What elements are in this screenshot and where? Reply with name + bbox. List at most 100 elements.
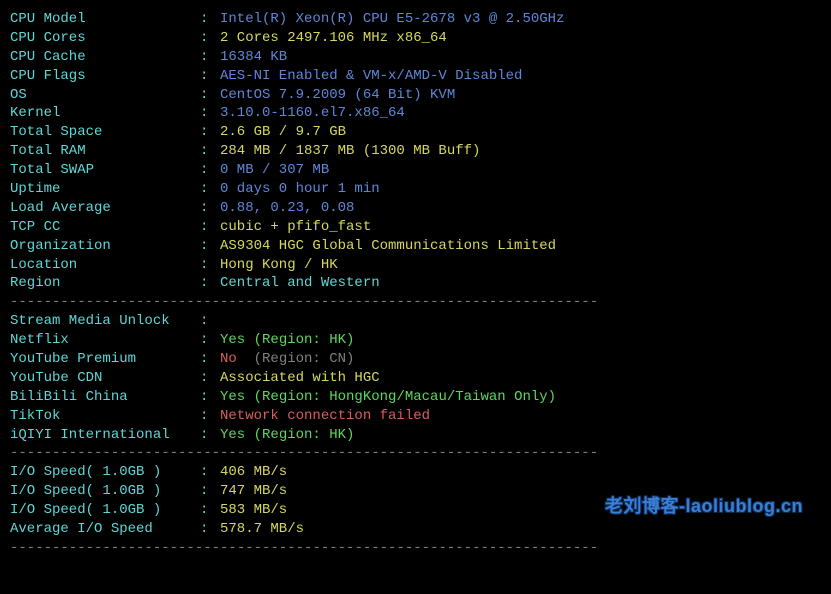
value-a: Yes xyxy=(220,388,245,407)
label: Uptime xyxy=(10,180,200,199)
value: 2 Cores 2497.106 MHz x86_64 xyxy=(220,29,447,48)
colon: : xyxy=(200,123,220,142)
label: Total Space xyxy=(10,123,200,142)
colon: : xyxy=(200,369,220,388)
label: TCP CC xyxy=(10,218,200,237)
colon: : xyxy=(200,501,220,520)
value: 406 MB/s xyxy=(220,463,287,482)
colon: : xyxy=(200,407,220,426)
label: YouTube Premium xyxy=(10,350,200,369)
row-tiktok: TikTok: Network connection failed xyxy=(10,407,821,426)
value: 0.88, 0.23, 0.08 xyxy=(220,199,354,218)
label: BiliBili China xyxy=(10,388,200,407)
label: Netflix xyxy=(10,331,200,350)
row-io-1: I/O Speed( 1.0GB ): 406 MB/s xyxy=(10,463,821,482)
colon: : xyxy=(200,48,220,67)
colon: : xyxy=(200,142,220,161)
value-a: Yes xyxy=(220,426,245,445)
row-os: OS: CentOS 7.9.2009 (64 Bit) KVM xyxy=(10,86,821,105)
value: 16384 KB xyxy=(220,48,287,67)
value-a: No xyxy=(220,350,245,369)
label: Stream Media Unlock xyxy=(10,312,200,331)
value: Hong Kong / HK xyxy=(220,256,338,275)
row-io-2: I/O Speed( 1.0GB ): 747 MB/s xyxy=(10,482,821,501)
label: Location xyxy=(10,256,200,275)
row-youtube-premium: YouTube Premium: No (Region: CN) xyxy=(10,350,821,369)
colon: : xyxy=(200,104,220,123)
row-kernel: Kernel: 3.10.0-1160.el7.x86_64 xyxy=(10,104,821,123)
row-netflix: Netflix: Yes (Region: HK) xyxy=(10,331,821,350)
label: CPU Cache xyxy=(10,48,200,67)
row-cpu-flags: CPU Flags: AES-NI Enabled & VM-x/AMD-V D… xyxy=(10,67,821,86)
row-total-swap: Total SWAP: 0 MB / 307 MB xyxy=(10,161,821,180)
colon: : xyxy=(200,237,220,256)
value-b: (Region: CN) xyxy=(245,350,354,369)
label: iQIYI International xyxy=(10,426,200,445)
label: Total RAM xyxy=(10,142,200,161)
colon: : xyxy=(200,180,220,199)
value: 747 MB/s xyxy=(220,482,287,501)
row-region: Region: Central and Western xyxy=(10,274,821,293)
value: 3.10.0-1160.el7.x86_64 xyxy=(220,104,405,123)
label: I/O Speed( 1.0GB ) xyxy=(10,482,200,501)
row-uptime: Uptime: 0 days 0 hour 1 min xyxy=(10,180,821,199)
colon: : xyxy=(200,161,220,180)
label: I/O Speed( 1.0GB ) xyxy=(10,463,200,482)
colon: : xyxy=(200,256,220,275)
row-youtube-cdn: YouTube CDN: Associated with HGC xyxy=(10,369,821,388)
colon: : xyxy=(200,331,220,350)
row-organization: Organization: AS9304 HGC Global Communic… xyxy=(10,237,821,256)
colon: : xyxy=(200,463,220,482)
value: 583 MB/s xyxy=(220,501,287,520)
row-bilibili: BiliBili China: Yes (Region: HongKong/Ma… xyxy=(10,388,821,407)
row-total-space: Total Space: 2.6 GB / 9.7 GB xyxy=(10,123,821,142)
row-stream-header: Stream Media Unlock: xyxy=(10,312,821,331)
value-a: Associated with HGC xyxy=(220,369,380,388)
label: Total SWAP xyxy=(10,161,200,180)
value: 284 MB / 1837 MB (1300 MB Buff) xyxy=(220,142,480,161)
value: cubic + pfifo_fast xyxy=(220,218,371,237)
label: Region xyxy=(10,274,200,293)
colon: : xyxy=(200,388,220,407)
value-a: Network connection failed xyxy=(220,407,430,426)
label: OS xyxy=(10,86,200,105)
colon: : xyxy=(200,29,220,48)
value: CentOS 7.9.2009 (64 Bit) KVM xyxy=(220,86,455,105)
value: AES-NI Enabled & VM-x/AMD-V Disabled xyxy=(220,67,522,86)
colon: : xyxy=(200,274,220,293)
value: 2.6 GB / 9.7 GB xyxy=(220,123,346,142)
colon: : xyxy=(200,67,220,86)
row-cpu-cache: CPU Cache: 16384 KB xyxy=(10,48,821,67)
value-b: (Region: HK) xyxy=(245,426,354,445)
label: TikTok xyxy=(10,407,200,426)
colon: : xyxy=(200,426,220,445)
colon: : xyxy=(200,312,220,331)
label: CPU Model xyxy=(10,10,200,29)
row-cpu-model: CPU Model: Intel(R) Xeon(R) CPU E5-2678 … xyxy=(10,10,821,29)
divider: ----------------------------------------… xyxy=(10,444,821,463)
value-a: Yes xyxy=(220,331,245,350)
label: Load Average xyxy=(10,199,200,218)
colon: : xyxy=(200,86,220,105)
label: CPU Cores xyxy=(10,29,200,48)
value-b: (Region: HongKong/Macau/Taiwan Only) xyxy=(245,388,556,407)
label: I/O Speed( 1.0GB ) xyxy=(10,501,200,520)
value: AS9304 HGC Global Communications Limited xyxy=(220,237,556,256)
value: 578.7 MB/s xyxy=(220,520,304,539)
divider: ----------------------------------------… xyxy=(10,293,821,312)
label: Average I/O Speed xyxy=(10,520,200,539)
colon: : xyxy=(200,10,220,29)
row-total-ram: Total RAM: 284 MB / 1837 MB (1300 MB Buf… xyxy=(10,142,821,161)
value: 0 MB / 307 MB xyxy=(220,161,329,180)
row-load-average: Load Average: 0.88, 0.23, 0.08 xyxy=(10,199,821,218)
value: Intel(R) Xeon(R) CPU E5-2678 v3 @ 2.50GH… xyxy=(220,10,564,29)
row-io-3: I/O Speed( 1.0GB ): 583 MB/s xyxy=(10,501,821,520)
row-tcp-cc: TCP CC: cubic + pfifo_fast xyxy=(10,218,821,237)
label: YouTube CDN xyxy=(10,369,200,388)
divider: ----------------------------------------… xyxy=(10,539,821,558)
value-b: (Region: HK) xyxy=(245,331,354,350)
label: CPU Flags xyxy=(10,67,200,86)
value: 0 days 0 hour 1 min xyxy=(220,180,380,199)
row-location: Location: Hong Kong / HK xyxy=(10,256,821,275)
colon: : xyxy=(200,218,220,237)
